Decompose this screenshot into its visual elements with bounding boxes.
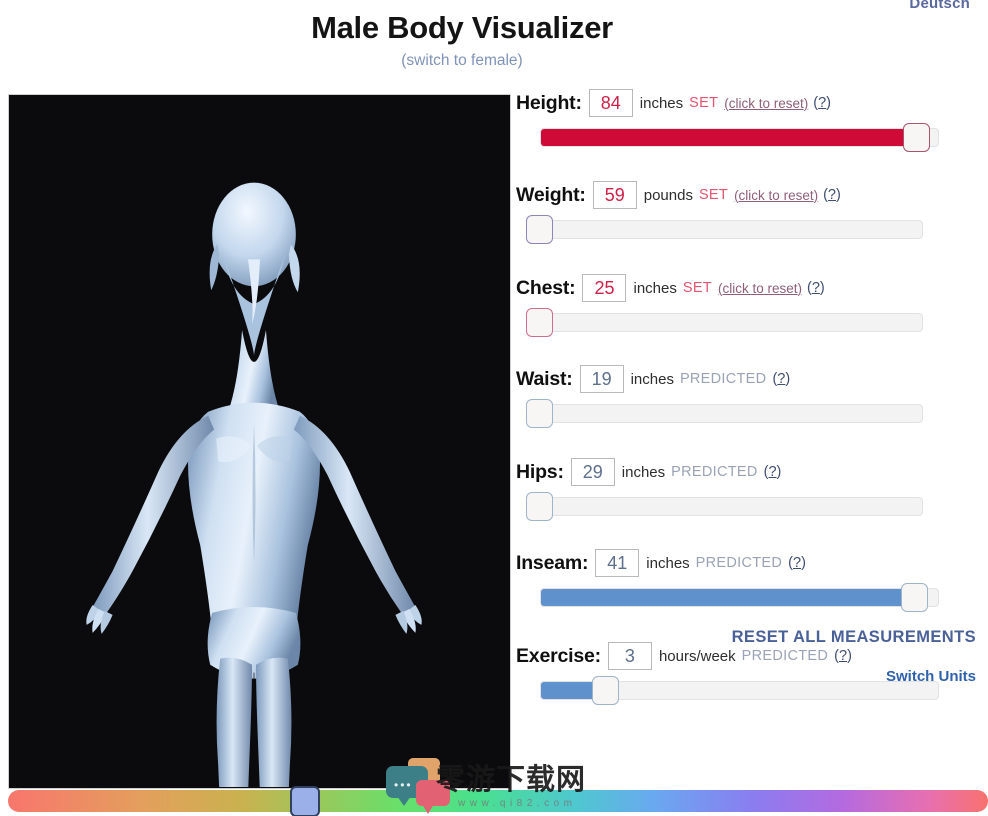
measurement-slider-handle[interactable] [903, 123, 930, 152]
measurement-reset-link[interactable]: (click to reset) [734, 188, 818, 203]
measurement-slider-fill [541, 129, 928, 146]
measurement-value-input[interactable]: 19 [580, 365, 624, 393]
measurement-row-height: Height: 84 inches SET (click to reset) (?) [516, 88, 976, 118]
measurement-slider-handle[interactable] [526, 215, 553, 244]
measurement-label-line: Chest: 25 inches SET (click to reset) (?) [516, 273, 976, 303]
measurement-help-link[interactable]: (?) [807, 280, 825, 296]
measurement-label-line: Inseam: 41 inches PREDICTED (?) [516, 548, 976, 578]
measurement-state-badge: PREDICTED [696, 555, 783, 571]
measurement-label: Waist: [516, 368, 573, 391]
measurement-row-chest: Chest: 25 inches SET (click to reset) (?) [516, 273, 976, 303]
measurement-slider-track[interactable] [526, 404, 923, 423]
hue-color-slider[interactable] [8, 790, 988, 812]
measurement-label-line: Hips: 29 inches PREDICTED (?) [516, 457, 976, 487]
measurement-row-inseam: Inseam: 41 inches PREDICTED (?) [516, 548, 976, 578]
measurement-slider-track[interactable] [540, 128, 939, 147]
measurement-label: Chest: [516, 277, 575, 300]
measurement-value-input[interactable]: 29 [571, 458, 615, 486]
measurement-unit-label: inches [622, 464, 665, 481]
measurement-label: Height: [516, 92, 582, 115]
page-title: Male Body Visualizer [0, 10, 924, 46]
body-model-figure [9, 95, 510, 787]
measurement-unit-label: hours/week [659, 648, 736, 665]
measurement-help-link[interactable]: (?) [788, 555, 806, 571]
body-visualizer-page: Deutsch Male Body Visualizer (switch to … [0, 0, 988, 816]
measurement-slider-handle[interactable] [592, 676, 619, 705]
measurement-slider-handle[interactable] [526, 399, 553, 428]
measurement-value-input[interactable]: 59 [593, 181, 637, 209]
switch-to-female-link[interactable]: (switch to female) [0, 52, 924, 70]
switch-units-link[interactable]: Switch Units [886, 668, 976, 685]
measurement-slider-fill [541, 589, 926, 606]
measurement-slider-track[interactable] [526, 313, 923, 332]
body-model-viewport[interactable] [8, 94, 511, 789]
measurement-unit-label: inches [633, 280, 676, 297]
measurement-unit-label: inches [640, 95, 683, 112]
measurement-help-link[interactable]: (?) [764, 464, 782, 480]
measurement-help-link[interactable]: (?) [772, 371, 790, 387]
measurement-unit-label: inches [646, 555, 689, 572]
measurement-reset-link[interactable]: (click to reset) [718, 281, 802, 296]
measurement-reset-link[interactable]: (click to reset) [724, 96, 808, 111]
measurement-slider-handle[interactable] [901, 583, 928, 612]
measurement-label: Weight: [516, 184, 586, 207]
measurement-state-badge: SET [699, 187, 728, 203]
measurement-help-link[interactable]: (?) [823, 187, 841, 203]
measurement-label: Inseam: [516, 552, 588, 575]
measurement-row-waist: Waist: 19 inches PREDICTED (?) [516, 364, 976, 394]
reset-all-measurements-link[interactable]: RESET ALL MEASUREMENTS [732, 628, 976, 647]
measurement-unit-label: pounds [644, 187, 693, 204]
measurement-value-input[interactable]: 41 [595, 549, 639, 577]
measurement-state-badge: PREDICTED [680, 371, 767, 387]
measurement-help-link[interactable]: (?) [834, 648, 852, 664]
measurement-value-input[interactable]: 84 [589, 89, 633, 117]
measurement-label-line: Waist: 19 inches PREDICTED (?) [516, 364, 976, 394]
measurement-help-link[interactable]: (?) [813, 95, 831, 111]
measurement-label-line: Weight: 59 pounds SET (click to reset) (?) [516, 180, 976, 210]
measurement-label: Hips: [516, 461, 564, 484]
measurement-value-input[interactable]: 3 [608, 642, 652, 670]
measurement-row-weight: Weight: 59 pounds SET (click to reset) (?) [516, 180, 976, 210]
measurement-label-line: Height: 84 inches SET (click to reset) (?) [516, 88, 976, 118]
measurement-slider-handle[interactable] [526, 492, 553, 521]
measurement-slider-track[interactable] [526, 220, 923, 239]
measurement-slider-track[interactable] [526, 497, 923, 516]
measurement-value-input[interactable]: 25 [582, 274, 626, 302]
measurement-state-badge: SET [683, 280, 712, 296]
measurement-label: Exercise: [516, 645, 601, 668]
measurement-slider-fill [541, 682, 597, 699]
measurement-slider-handle[interactable] [526, 308, 553, 337]
measurement-state-badge: SET [689, 95, 718, 111]
hue-slider-handle[interactable] [290, 786, 320, 816]
measurement-row-hips: Hips: 29 inches PREDICTED (?) [516, 457, 976, 487]
measurement-unit-label: inches [631, 371, 674, 388]
measurement-state-badge: PREDICTED [742, 648, 829, 664]
measurement-state-badge: PREDICTED [671, 464, 758, 480]
measurement-slider-track[interactable] [540, 588, 939, 607]
